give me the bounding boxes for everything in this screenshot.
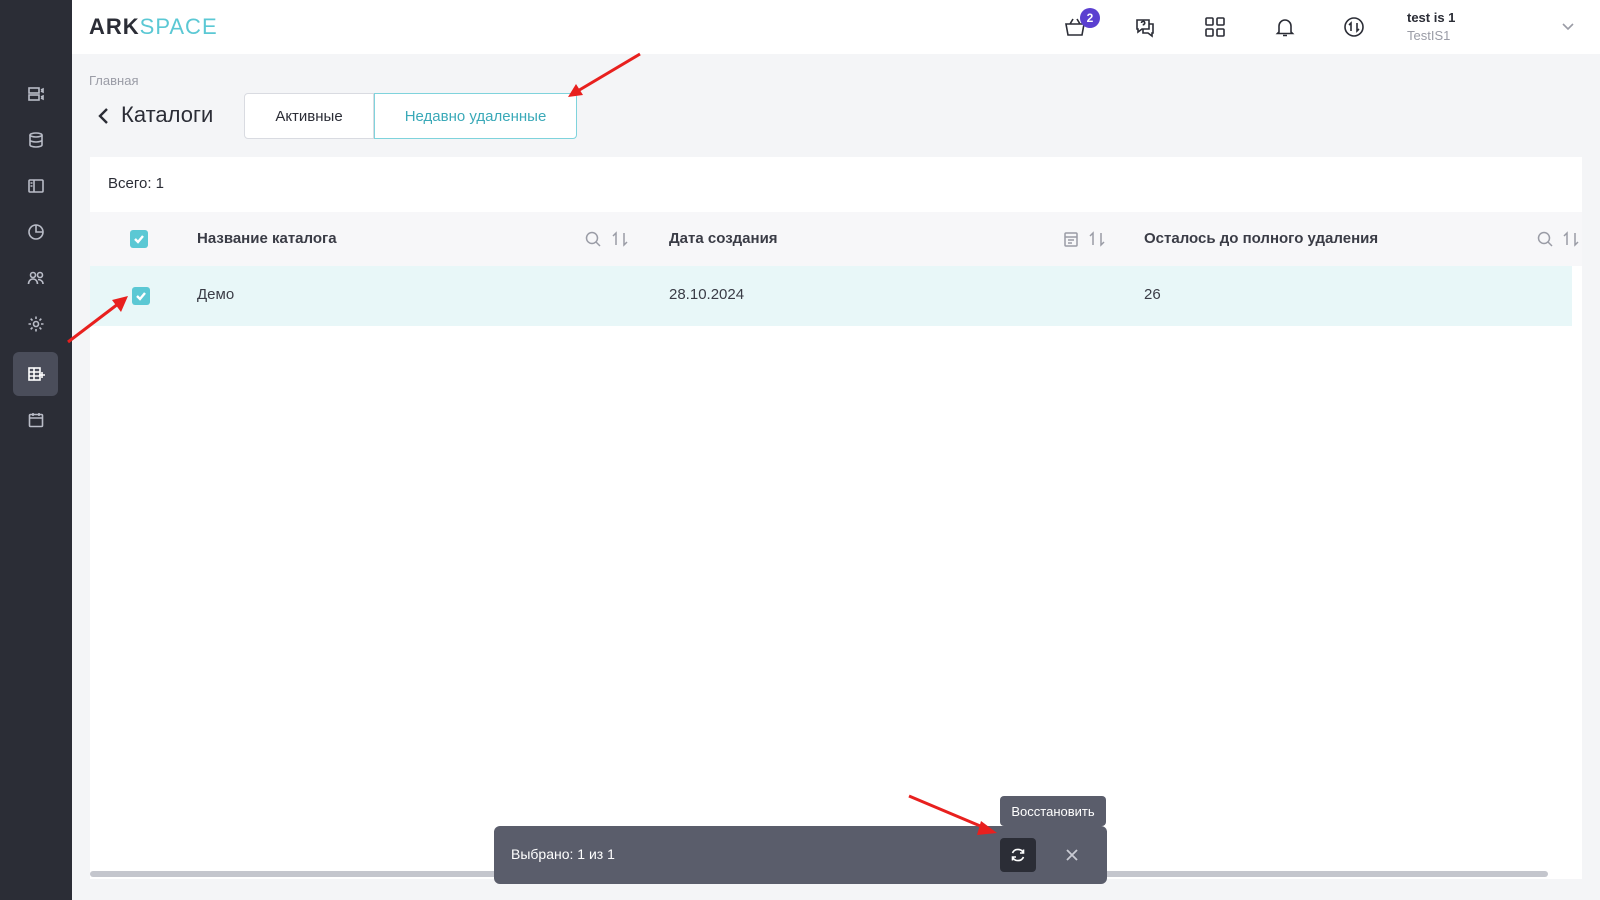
sidebar-item-layout[interactable]	[13, 164, 58, 208]
refresh-icon	[1011, 848, 1025, 862]
close-selection-button[interactable]	[1062, 845, 1082, 865]
logo-part1: ARK	[89, 14, 140, 39]
catalog-table-card: Всего: 1 Название каталога Дата создания…	[90, 157, 1582, 879]
sync-button[interactable]	[1337, 10, 1371, 44]
column-header-remaining[interactable]: Осталось до полного удаления	[1144, 230, 1378, 247]
sidebar-item-analytics[interactable]	[13, 210, 58, 254]
check-icon	[136, 292, 146, 301]
breadcrumb[interactable]: Главная	[89, 73, 138, 88]
calendar-icon	[28, 413, 43, 428]
support-chat-button[interactable]	[1128, 10, 1162, 44]
user-company: TestIS1	[1407, 28, 1451, 43]
table-row[interactable]: Демо 28.10.2024 26	[90, 266, 1572, 326]
page-title: Каталоги	[121, 102, 214, 127]
select-all-checkbox[interactable]	[130, 230, 148, 248]
chat-question-icon	[1136, 19, 1154, 38]
sidebar-item-database[interactable]	[13, 118, 58, 162]
cart-button[interactable]: 2	[1058, 8, 1100, 44]
selection-count: Выбрано: 1 из 1	[511, 846, 615, 862]
pie-chart-icon	[27, 224, 44, 240]
top-header: ARKSPACE 2 test is 1 TestIS1	[72, 0, 1600, 54]
user-menu[interactable]: test is 1 TestIS1	[1407, 10, 1455, 43]
cell-catalog-name: Демо	[197, 286, 235, 303]
tab-active[interactable]: Активные	[244, 93, 374, 139]
sort-icon[interactable]	[1088, 230, 1106, 248]
logo[interactable]: ARKSPACE	[89, 14, 218, 40]
row-checkbox[interactable]	[132, 287, 150, 305]
cart-badge: 2	[1080, 8, 1100, 28]
cell-days-remaining: 26	[1144, 286, 1161, 303]
sort-icon[interactable]	[1562, 230, 1580, 248]
user-name: test is 1	[1407, 10, 1456, 25]
users-icon	[27, 271, 44, 285]
column-header-name[interactable]: Название каталога	[197, 230, 337, 247]
calendar-filter-icon[interactable]	[1062, 230, 1080, 248]
restore-button[interactable]	[1000, 838, 1036, 872]
video-list-icon	[27, 87, 44, 101]
gear-icon	[28, 316, 43, 332]
cell-created-date: 28.10.2024	[669, 286, 745, 303]
sidebar-item-calendar[interactable]	[13, 398, 58, 442]
sidebar-item-video[interactable]	[13, 72, 58, 116]
table-add-icon	[27, 367, 45, 381]
restore-tooltip: Восстановить	[1000, 796, 1106, 826]
total-count: Всего: 1	[108, 175, 165, 192]
search-icon[interactable]	[584, 230, 602, 248]
logo-part2: SPACE	[139, 14, 218, 39]
selection-bar: Выбрано: 1 из 1	[494, 826, 1107, 884]
check-icon	[134, 235, 144, 244]
grid-icon	[1205, 17, 1225, 37]
sort-icon[interactable]	[611, 230, 629, 248]
sidebar	[0, 0, 72, 900]
sidebar-item-settings[interactable]	[13, 302, 58, 346]
sidebar-item-users[interactable]	[13, 256, 58, 300]
back-arrow-icon[interactable]	[94, 105, 112, 127]
database-icon	[28, 132, 43, 148]
sidebar-item-catalogs[interactable]	[13, 352, 58, 396]
tab-group: Активные Недавно удаленные	[244, 93, 577, 139]
layout-icon	[27, 179, 44, 193]
column-header-date[interactable]: Дата создания	[669, 230, 778, 247]
sync-circle-icon	[1344, 17, 1364, 37]
table-header: Название каталога Дата создания Осталось…	[90, 212, 1582, 266]
bell-icon	[1275, 19, 1295, 37]
search-icon[interactable]	[1536, 230, 1554, 248]
close-icon	[1066, 849, 1078, 861]
tab-recently-deleted[interactable]: Недавно удаленные	[374, 93, 577, 139]
apps-button[interactable]	[1198, 10, 1232, 44]
chevron-down-icon[interactable]	[1560, 18, 1576, 34]
notifications-button[interactable]	[1268, 10, 1302, 44]
